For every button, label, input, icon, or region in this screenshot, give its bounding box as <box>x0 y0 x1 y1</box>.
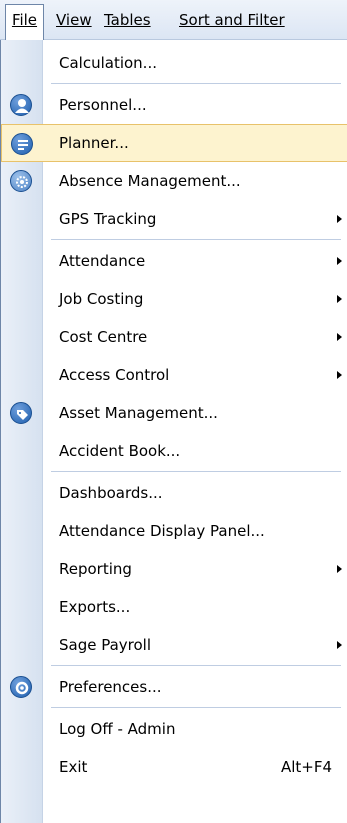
menu-file[interactable]: File <box>5 4 44 40</box>
menu-item-cost-centre[interactable]: Cost Centre <box>1 318 347 356</box>
submenu-arrow-icon <box>337 641 342 649</box>
menu-item-asset-label: Asset Management... <box>59 404 218 422</box>
menu-item-gps-label: GPS Tracking <box>59 210 157 228</box>
menu-item-exit-label: Exit <box>59 758 88 776</box>
tag-icon <box>10 402 32 424</box>
menu-item-exit[interactable]: Exit Alt+F4 <box>1 748 347 786</box>
menu-tables-label: Tables <box>104 11 151 29</box>
menu-item-job-costing-label: Job Costing <box>59 290 144 308</box>
menu-item-attendance-panel[interactable]: Attendance Display Panel... <box>1 512 347 550</box>
separator <box>51 665 341 667</box>
menu-item-personnel-label: Personnel... <box>59 96 147 114</box>
menu-view[interactable]: View <box>56 5 92 35</box>
person-icon <box>10 94 32 116</box>
menu-item-job-costing[interactable]: Job Costing <box>1 280 347 318</box>
separator <box>51 239 341 241</box>
menu-item-calculation[interactable]: Calculation... <box>1 44 347 82</box>
submenu-arrow-icon <box>337 333 342 341</box>
planner-icon <box>11 133 33 155</box>
menu-item-dashboards[interactable]: Dashboards... <box>1 474 347 512</box>
menu-item-preferences[interactable]: Preferences... <box>1 668 347 706</box>
menu-item-personnel[interactable]: Personnel... <box>1 86 347 124</box>
settings-icon <box>10 676 32 698</box>
submenu-arrow-icon <box>337 257 342 265</box>
menu-item-sage-label: Sage Payroll <box>59 636 152 654</box>
menu-item-attendance[interactable]: Attendance <box>1 242 347 280</box>
menu-item-logoff[interactable]: Log Off - Admin <box>1 710 347 748</box>
menu-item-absence[interactable]: Absence Management... <box>1 162 347 200</box>
menu-tables[interactable]: Tables <box>104 5 151 35</box>
menu-item-exports[interactable]: Exports... <box>1 588 347 626</box>
menu-item-planner[interactable]: Planner... <box>1 124 347 162</box>
menu-item-planner-label: Planner... <box>59 134 129 152</box>
submenu-arrow-icon <box>337 295 342 303</box>
menu-item-dashboards-label: Dashboards... <box>59 484 163 502</box>
menu-item-asset[interactable]: Asset Management... <box>1 394 347 432</box>
menu-bar: File View Tables Sort and Filter <box>0 0 347 40</box>
menu-item-sage[interactable]: Sage Payroll <box>1 626 347 664</box>
separator <box>51 83 341 85</box>
menu-sort-filter[interactable]: Sort and Filter <box>179 5 285 35</box>
menu-item-absence-label: Absence Management... <box>59 172 241 190</box>
menu-item-accident-label: Accident Book... <box>59 442 181 460</box>
gear-icon <box>10 170 32 192</box>
submenu-arrow-icon <box>337 215 342 223</box>
menu-item-cost-centre-label: Cost Centre <box>59 328 148 346</box>
submenu-arrow-icon <box>337 565 342 573</box>
submenu-arrow-icon <box>337 371 342 379</box>
separator <box>51 707 341 709</box>
menu-file-label: File <box>11 11 38 29</box>
menu-item-preferences-label: Preferences... <box>59 678 162 696</box>
menu-item-attendance-label: Attendance <box>59 252 146 270</box>
menu-item-calculation-label: Calculation... <box>59 54 157 72</box>
menu-item-access-control[interactable]: Access Control <box>1 356 347 394</box>
separator <box>51 471 341 473</box>
menu-sort-filter-label: Sort and Filter <box>179 11 285 29</box>
menu-item-reporting[interactable]: Reporting <box>1 550 347 588</box>
menu-item-logoff-label: Log Off - Admin <box>59 720 176 738</box>
menu-item-exports-label: Exports... <box>59 598 131 616</box>
menu-item-access-control-label: Access Control <box>59 366 170 384</box>
menu-item-accident[interactable]: Accident Book... <box>1 432 347 470</box>
file-menu-dropdown: Calculation... Personnel... Planner... A… <box>0 40 347 823</box>
menu-item-reporting-label: Reporting <box>59 560 132 578</box>
menu-view-label: View <box>56 11 92 29</box>
menu-item-gps[interactable]: GPS Tracking <box>1 200 347 238</box>
exit-shortcut: Alt+F4 <box>280 758 332 776</box>
menu-item-attendance-panel-label: Attendance Display Panel... <box>59 522 265 540</box>
